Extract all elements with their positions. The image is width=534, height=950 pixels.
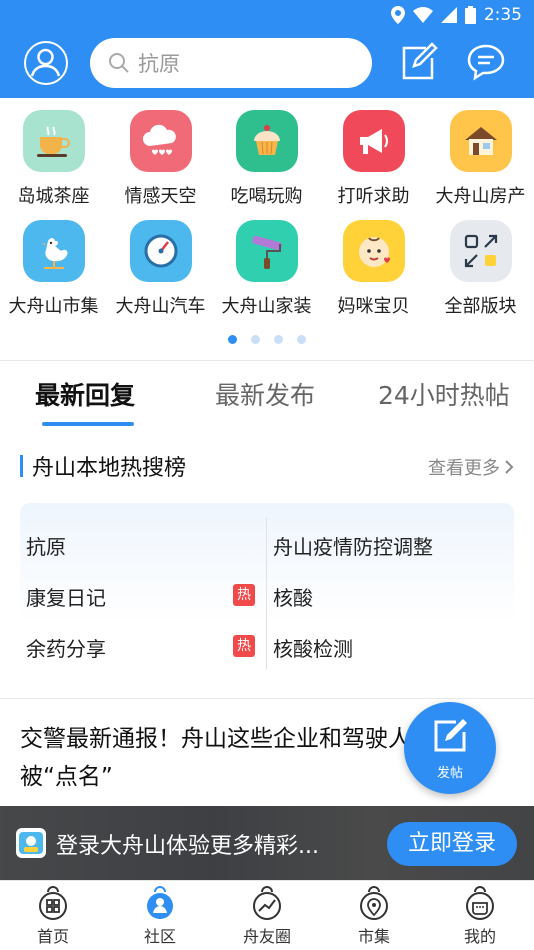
- divider: [0, 698, 534, 699]
- tab-latest-post[interactable]: 最新发布: [215, 376, 315, 412]
- category-item[interactable]: 大舟山汽车: [107, 220, 214, 318]
- tab-latest-reply[interactable]: 最新回复: [35, 376, 135, 412]
- view-more-link[interactable]: 查看更多: [428, 454, 514, 480]
- view-more-label: 查看更多: [428, 458, 500, 479]
- hot-badge: 热: [233, 635, 255, 657]
- hot-search-header: 舟山本地热搜榜 查看更多: [20, 450, 514, 484]
- hot-search-item[interactable]: 核酸: [273, 582, 313, 611]
- nav-friends-circle[interactable]: 舟友圈: [227, 885, 307, 947]
- section-marker: [20, 455, 23, 477]
- top-header: 2:35 抗原: [0, 0, 534, 98]
- category-item[interactable]: 岛城茶座: [0, 110, 107, 208]
- tea-cup-icon: [22, 110, 85, 172]
- bottom-nav: 首页 社区 舟友圈 市集 我的: [0, 880, 534, 950]
- login-prompt: 登录大舟山体验更多精彩...: [56, 834, 319, 859]
- baby-icon: [342, 220, 405, 282]
- signal-icon: [440, 7, 457, 23]
- trend-icon: [253, 886, 281, 920]
- heart-cloud-icon: [129, 110, 192, 172]
- cupcake-icon: [235, 110, 298, 172]
- category-label: 岛城茶座: [17, 186, 90, 207]
- message-icon[interactable]: [466, 42, 506, 82]
- page-dot: [297, 335, 306, 344]
- category-item[interactable]: 大舟山市集: [0, 220, 107, 318]
- paint-roller-icon: [235, 220, 298, 282]
- wifi-icon: [412, 7, 433, 23]
- community-icon: [147, 886, 173, 919]
- category-item[interactable]: 妈咪宝贝: [320, 220, 427, 318]
- article-title[interactable]: 交警最新通报！舟山这些企业和驾驶人被“点名”: [20, 720, 420, 796]
- hot-search-item[interactable]: 抗原: [26, 531, 66, 560]
- status-time: 2:35: [483, 5, 522, 25]
- category-label: 打听求助: [337, 186, 410, 207]
- category-label: 大舟山房产: [435, 186, 526, 207]
- chevron-right-icon: [505, 460, 514, 474]
- location-status-icon: [390, 6, 405, 24]
- user-icon: [30, 48, 61, 77]
- rooster-icon: [22, 220, 85, 282]
- hot-search-item[interactable]: 核酸检测: [273, 633, 353, 662]
- search-placeholder: 抗原: [138, 52, 180, 76]
- hot-search-title: 舟山本地热搜榜: [32, 456, 187, 481]
- app-logo-icon: [16, 828, 46, 858]
- feed-tabs: 最新回复 最新发布 24小时热帖: [0, 376, 534, 426]
- new-post-button[interactable]: 发帖: [404, 702, 496, 794]
- edit-icon[interactable]: [398, 42, 438, 82]
- edit-icon: [434, 719, 467, 752]
- hot-search-list: 抗原 康复日记 热 余药分享 热 舟山疫情防控调整 核酸 核酸检测: [20, 503, 514, 675]
- page-indicator: [0, 335, 534, 344]
- hot-search-item[interactable]: 舟山疫情防控调整: [273, 531, 433, 560]
- house-icon: [449, 110, 512, 172]
- category-label: 全部版块: [444, 296, 517, 317]
- nav-label: 我的: [463, 927, 496, 946]
- hot-badge: 热: [233, 584, 255, 606]
- category-label: 妈咪宝贝: [337, 296, 410, 317]
- page-dot-active: [228, 335, 237, 344]
- location-icon: [360, 886, 388, 920]
- category-item[interactable]: 打听求助: [320, 110, 427, 208]
- home-icon: [39, 886, 67, 920]
- category-item[interactable]: 大舟山家装: [213, 220, 320, 318]
- status-bar: 2:35: [0, 0, 534, 30]
- divider: [0, 360, 534, 361]
- nav-label: 首页: [36, 927, 69, 946]
- page-dot: [274, 335, 283, 344]
- megaphone-icon: [342, 110, 405, 172]
- category-item[interactable]: 大舟山房产: [427, 110, 534, 208]
- nav-label: 舟友圈: [242, 927, 291, 946]
- category-label: 大舟山汽车: [115, 296, 206, 317]
- category-item[interactable]: 全部版块: [427, 220, 534, 318]
- nav-mine[interactable]: 我的: [440, 885, 520, 947]
- nav-label: 社区: [143, 927, 176, 946]
- battery-icon: [464, 6, 476, 24]
- column-divider: [266, 517, 267, 669]
- category-label: 大舟山市集: [8, 296, 99, 317]
- category-label: 情感天空: [124, 186, 197, 207]
- nav-market[interactable]: 市集: [334, 885, 414, 947]
- page-dot: [251, 335, 260, 344]
- category-item[interactable]: 吃喝玩购: [213, 110, 320, 208]
- nav-label: 市集: [357, 927, 390, 946]
- hot-search-item[interactable]: 康复日记: [26, 582, 106, 611]
- nav-home[interactable]: 首页: [13, 885, 93, 947]
- search-icon: [109, 53, 129, 73]
- tab-24h-hot[interactable]: 24小时热帖: [378, 376, 510, 412]
- search-input[interactable]: 抗原: [90, 38, 372, 88]
- speedometer-icon: [129, 220, 192, 282]
- hot-search-item[interactable]: 余药分享: [26, 633, 106, 662]
- user-avatar-button[interactable]: [24, 41, 68, 85]
- tab-active-indicator: [42, 422, 134, 426]
- grid-arrows-icon: [449, 220, 512, 282]
- login-banner: 登录大舟山体验更多精彩... 立即登录: [0, 806, 534, 880]
- new-post-label: 发帖: [436, 766, 463, 781]
- profile-icon: [466, 886, 494, 920]
- login-button[interactable]: 立即登录: [387, 822, 517, 866]
- category-label: 大舟山家装: [221, 296, 312, 317]
- category-label: 吃喝玩购: [230, 186, 303, 207]
- nav-community[interactable]: 社区: [120, 885, 200, 947]
- category-item[interactable]: 情感天空: [107, 110, 214, 208]
